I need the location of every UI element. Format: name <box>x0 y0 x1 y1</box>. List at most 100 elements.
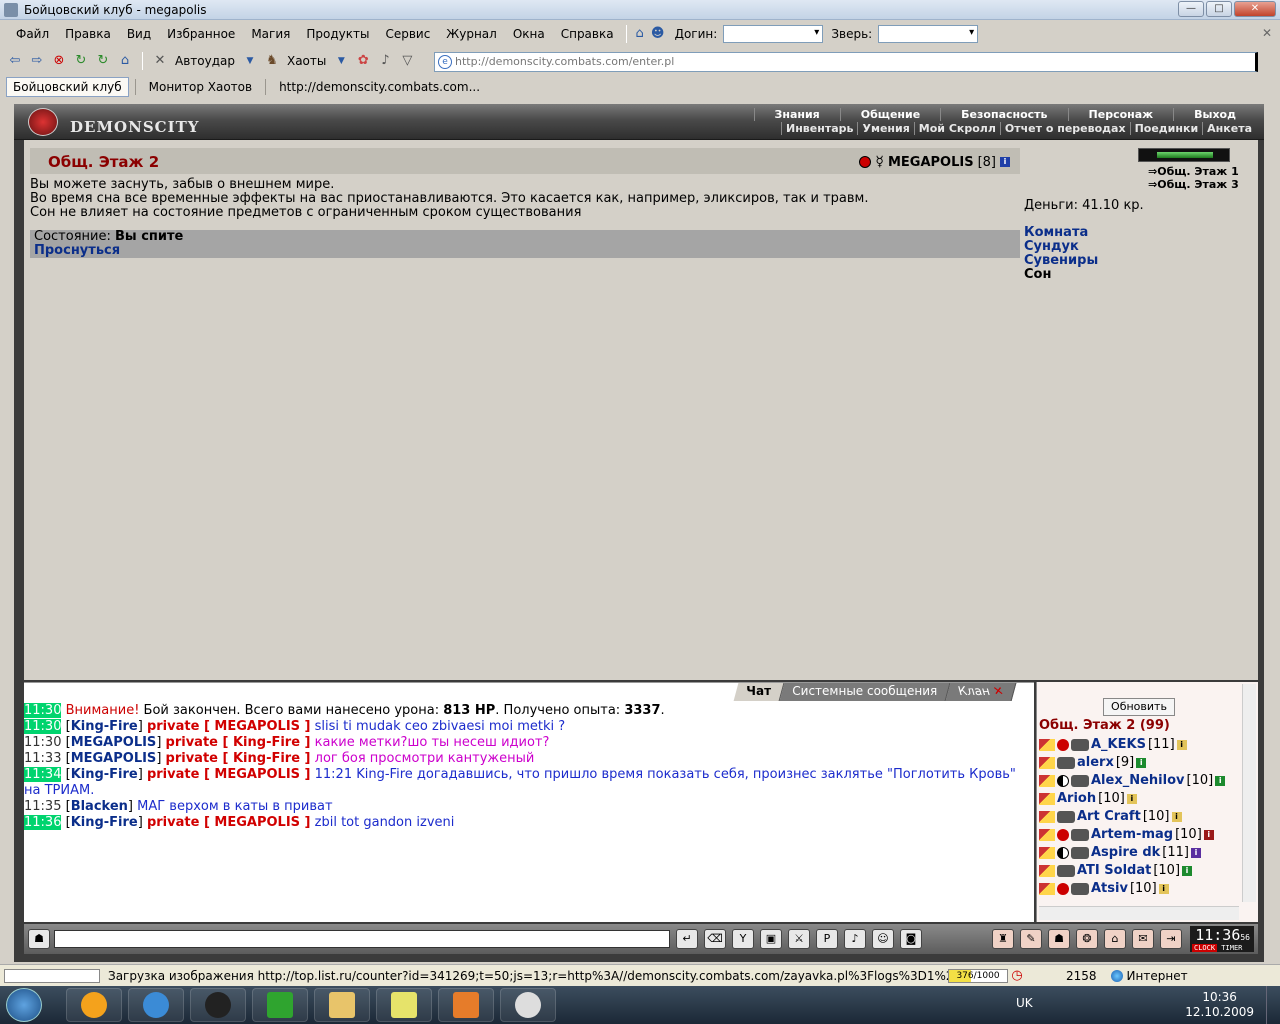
mail-icon[interactable]: ✉ <box>1132 929 1154 949</box>
online-user-name[interactable]: A_KEKS <box>1091 736 1146 754</box>
header-link-transfers[interactable]: Отчет о переводах <box>999 122 1130 135</box>
header-link-skills[interactable]: Умения <box>857 122 913 135</box>
maximize-button[interactable]: □ <box>1206 1 1232 17</box>
private-arrow-icon[interactable] <box>1039 847 1055 859</box>
refresh-icon[interactable]: ↻ <box>72 52 90 70</box>
tab-demonscity-link[interactable]: http://demonscity.combats.com... <box>272 77 487 97</box>
online-user-name[interactable]: Aspire dk <box>1091 844 1160 862</box>
translit-icon[interactable]: P <box>816 929 838 949</box>
header-link-character[interactable]: Персонаж <box>1067 108 1174 121</box>
chat-private-tag[interactable]: private [ MEGAPOLIS ] <box>147 815 311 830</box>
menu-view[interactable]: Вид <box>119 27 159 41</box>
user-info-icon[interactable]: i <box>1158 884 1169 894</box>
online-user-name[interactable]: ATI Soldat <box>1077 862 1151 880</box>
chat-time[interactable]: 11:34 <box>24 767 62 782</box>
chat-time[interactable]: 11:30 <box>24 735 61 750</box>
show-desktop-button[interactable] <box>1266 986 1280 1024</box>
taskbar-app-qip[interactable] <box>190 988 246 1022</box>
user-info-icon[interactable]: i <box>1182 866 1193 876</box>
menu-help[interactable]: Справка <box>553 27 622 41</box>
menu-windows[interactable]: Окна <box>505 27 553 41</box>
private-arrow-icon[interactable] <box>1039 775 1055 787</box>
system-clock[interactable]: 10:36 12.10.2009 <box>1185 990 1254 1020</box>
menu-magic[interactable]: Магия <box>243 27 298 41</box>
sound-icon[interactable]: ♪ <box>376 52 394 70</box>
chat-private-tag[interactable]: private [ King-Fire ] <box>166 751 311 766</box>
close-button[interactable]: ✕ <box>1234 1 1276 17</box>
smiley-icon[interactable]: ☺ <box>872 929 894 949</box>
online-user-name[interactable]: Alex_Nehilov <box>1091 772 1185 790</box>
chat-private-tag[interactable]: private [ King-Fire ] <box>166 735 311 750</box>
taskbar-app-notes[interactable] <box>376 988 432 1022</box>
chat-nick[interactable]: MEGAPOLIS <box>71 751 157 766</box>
exit-icon[interactable]: ⇥ <box>1160 929 1182 949</box>
nav-link-chest[interactable]: Сундук <box>1024 240 1098 254</box>
menu-service[interactable]: Сервис <box>377 27 438 41</box>
user-info-icon[interactable]: i <box>1126 794 1137 804</box>
horizontal-scrollbar[interactable] <box>1039 906 1239 920</box>
send-icon[interactable]: ↵ <box>676 929 698 949</box>
online-user-name[interactable]: Artem-mag <box>1091 826 1173 844</box>
user-info-icon[interactable]: i <box>1190 848 1201 858</box>
online-user-name[interactable]: Atsiv <box>1091 880 1128 898</box>
header-link-my-scroll[interactable]: Мой Скролл <box>913 122 1000 135</box>
filter-icon[interactable]: ▽ <box>398 52 416 70</box>
menu-journal[interactable]: Журнал <box>438 27 505 41</box>
refresh-all-icon[interactable]: ↻ <box>94 52 112 70</box>
shop-icon[interactable]: ⌂ <box>1104 929 1126 949</box>
header-link-security[interactable]: Безопасность <box>940 108 1067 121</box>
header-link-fights[interactable]: Поединки <box>1129 122 1203 135</box>
chat-time[interactable]: 11:33 <box>24 751 61 766</box>
scroll-icon[interactable]: ✎ <box>1020 929 1042 949</box>
chat-nick[interactable]: Blacken <box>71 799 128 814</box>
home-icon[interactable]: ⌂ <box>116 52 134 70</box>
online-user-name[interactable]: alerx <box>1077 754 1114 772</box>
close-menu-icon[interactable]: ✕ <box>1262 26 1272 40</box>
chat-nick[interactable]: King-Fire <box>71 767 138 782</box>
private-arrow-icon[interactable] <box>1039 811 1055 823</box>
filter-icon[interactable]: Y <box>732 929 754 949</box>
beast-combo[interactable] <box>878 25 979 43</box>
address-bar[interactable]: e http://demonscity.combats.com/enter.pl <box>434 52 1258 72</box>
sound-icon[interactable]: ♪ <box>844 929 866 949</box>
refresh-button[interactable]: Обновить <box>1103 698 1175 716</box>
floor-link-1[interactable]: ⇒Общ. Этаж 1 <box>1148 165 1239 178</box>
brb-icon[interactable]: ⌂ <box>631 25 649 43</box>
player-info[interactable]: ☿ MEGAPOLIS [8] i <box>859 154 1010 170</box>
camera-icon[interactable]: ◙ <box>900 929 922 949</box>
taskbar-app-player[interactable] <box>438 988 494 1022</box>
menu-file[interactable]: Файл <box>8 27 57 41</box>
private-arrow-icon[interactable] <box>1039 739 1055 751</box>
potion-icon[interactable]: ♜ <box>992 929 1014 949</box>
smiley-menu-icon[interactable]: ☻ <box>649 25 667 43</box>
private-arrow-icon[interactable] <box>1039 757 1055 769</box>
armor-icon[interactable]: ☗ <box>1048 929 1070 949</box>
taskbar-app-ie[interactable] <box>128 988 184 1022</box>
chat-nick[interactable]: MEGAPOLIS <box>71 735 157 750</box>
chat-time[interactable]: 11:30 <box>24 719 62 734</box>
chat-tab-clan[interactable]: Клан ✕ <box>945 683 1017 701</box>
chat-nick[interactable]: King-Fire <box>71 815 138 830</box>
header-link-profile[interactable]: Анкета <box>1202 122 1256 135</box>
header-link-communication[interactable]: Общение <box>839 108 940 121</box>
taskbar-app-explorer[interactable] <box>314 988 370 1022</box>
tab-fight-club[interactable]: Бойцовский клуб <box>6 77 129 97</box>
chat-time[interactable]: 11:35 <box>24 799 61 814</box>
chevron-down-icon[interactable]: ▼ <box>332 52 350 70</box>
nav-link-room[interactable]: Комната <box>1024 226 1098 240</box>
user-info-icon[interactable]: i <box>1176 740 1187 750</box>
chat-time[interactable]: 11:30 <box>24 703 62 718</box>
user-info-icon[interactable]: i <box>1203 830 1214 840</box>
private-arrow-icon[interactable] <box>1039 883 1055 895</box>
chat-private-tag[interactable]: private [ MEGAPOLIS ] <box>147 719 311 734</box>
stop-icon[interactable]: ⊗ <box>50 52 68 70</box>
menu-products[interactable]: Продукты <box>298 27 377 41</box>
taskbar-app-aimp[interactable] <box>66 988 122 1022</box>
chat-tab-chat[interactable]: Чат <box>733 683 785 701</box>
close-icon[interactable]: ✕ <box>991 684 1005 698</box>
login-combo[interactable] <box>723 25 824 43</box>
wake-up-link[interactable]: Проснуться <box>34 244 1016 258</box>
timer-label[interactable]: TIMER <box>1221 944 1242 952</box>
forward-icon[interactable]: ⇨ <box>28 52 46 70</box>
alarm-icon[interactable]: ◷ <box>1008 967 1026 985</box>
